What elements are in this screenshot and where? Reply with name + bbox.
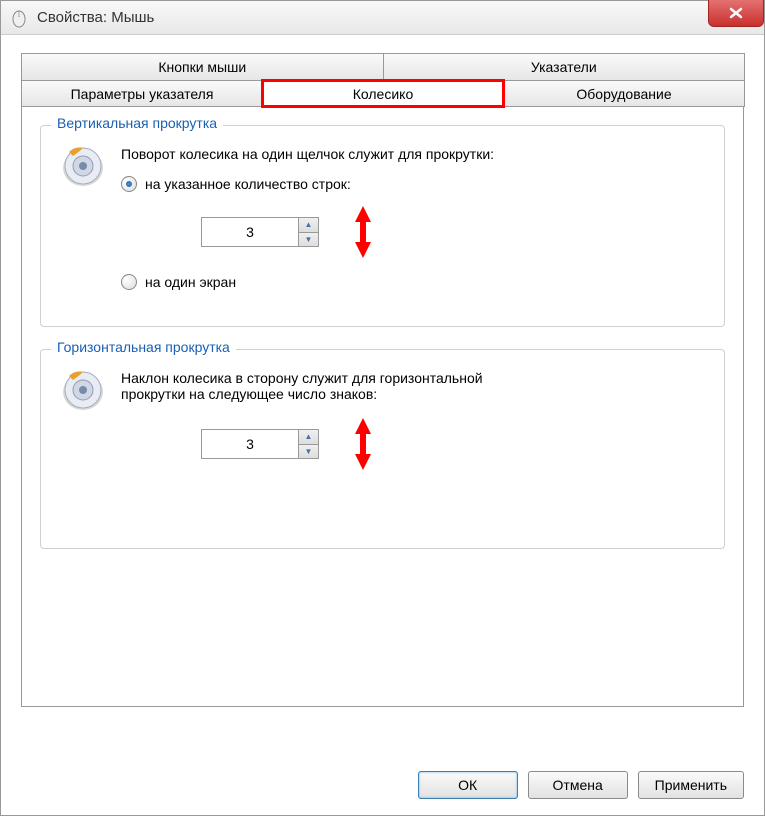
lines-spinner-up[interactable]: ▲	[299, 218, 318, 233]
vertical-group-title: Вертикальная прокрутка	[51, 115, 223, 131]
chars-spinner[interactable]: ▲ ▼	[201, 429, 319, 459]
chars-input[interactable]	[202, 430, 298, 458]
chars-spinner-up[interactable]: ▲	[299, 430, 318, 445]
lines-input[interactable]	[202, 218, 298, 246]
vertical-description: Поворот колесика на один щелчок служит д…	[121, 146, 706, 162]
cancel-button[interactable]: Отмена	[528, 771, 628, 799]
close-icon	[727, 6, 745, 20]
tab-pointer-options[interactable]: Параметры указателя	[21, 80, 263, 107]
tab-wheel[interactable]: Колесико	[262, 80, 504, 107]
wheel-icon	[59, 366, 107, 486]
mouse-icon	[9, 8, 29, 28]
mouse-properties-dialog: Свойства: Мышь Кнопки мыши Указатели Пар…	[0, 0, 765, 816]
apply-button[interactable]: Применить	[638, 771, 744, 799]
tab-strip: Кнопки мыши Указатели Параметры указател…	[21, 53, 744, 107]
tab-buttons[interactable]: Кнопки мыши	[21, 53, 384, 80]
vertical-scroll-group: Вертикальная прокрутка Поворот колесика …	[40, 125, 725, 327]
red-double-arrow-icon	[349, 416, 377, 472]
ok-button[interactable]: ОК	[418, 771, 518, 799]
radio-screen-label: на один экран	[145, 274, 236, 290]
chars-spinner-down[interactable]: ▼	[299, 445, 318, 459]
dialog-buttons: ОК Отмена Применить	[418, 771, 744, 799]
dialog-content: Кнопки мыши Указатели Параметры указател…	[1, 35, 764, 815]
lines-spinner-down[interactable]: ▼	[299, 233, 318, 247]
horizontal-description: Наклон колесика в сторону служит для гор…	[121, 370, 521, 402]
tab-panel-wheel: Вертикальная прокрутка Поворот колесика …	[21, 107, 744, 707]
window-title: Свойства: Мышь	[37, 9, 154, 26]
horizontal-group-title: Горизонтальная прокрутка	[51, 339, 236, 355]
horizontal-scroll-group: Горизонтальная прокрутка Наклон колесика…	[40, 349, 725, 549]
red-double-arrow-icon	[349, 204, 377, 260]
wheel-icon	[59, 142, 107, 302]
radio-lines[interactable]	[121, 176, 137, 192]
radio-lines-label: на указанное количество строк:	[145, 176, 351, 192]
tab-hardware[interactable]: Оборудование	[503, 80, 745, 107]
radio-screen[interactable]	[121, 274, 137, 290]
titlebar: Свойства: Мышь	[1, 1, 764, 35]
lines-spinner[interactable]: ▲ ▼	[201, 217, 319, 247]
tab-pointers[interactable]: Указатели	[383, 53, 746, 80]
close-button[interactable]	[708, 0, 764, 27]
